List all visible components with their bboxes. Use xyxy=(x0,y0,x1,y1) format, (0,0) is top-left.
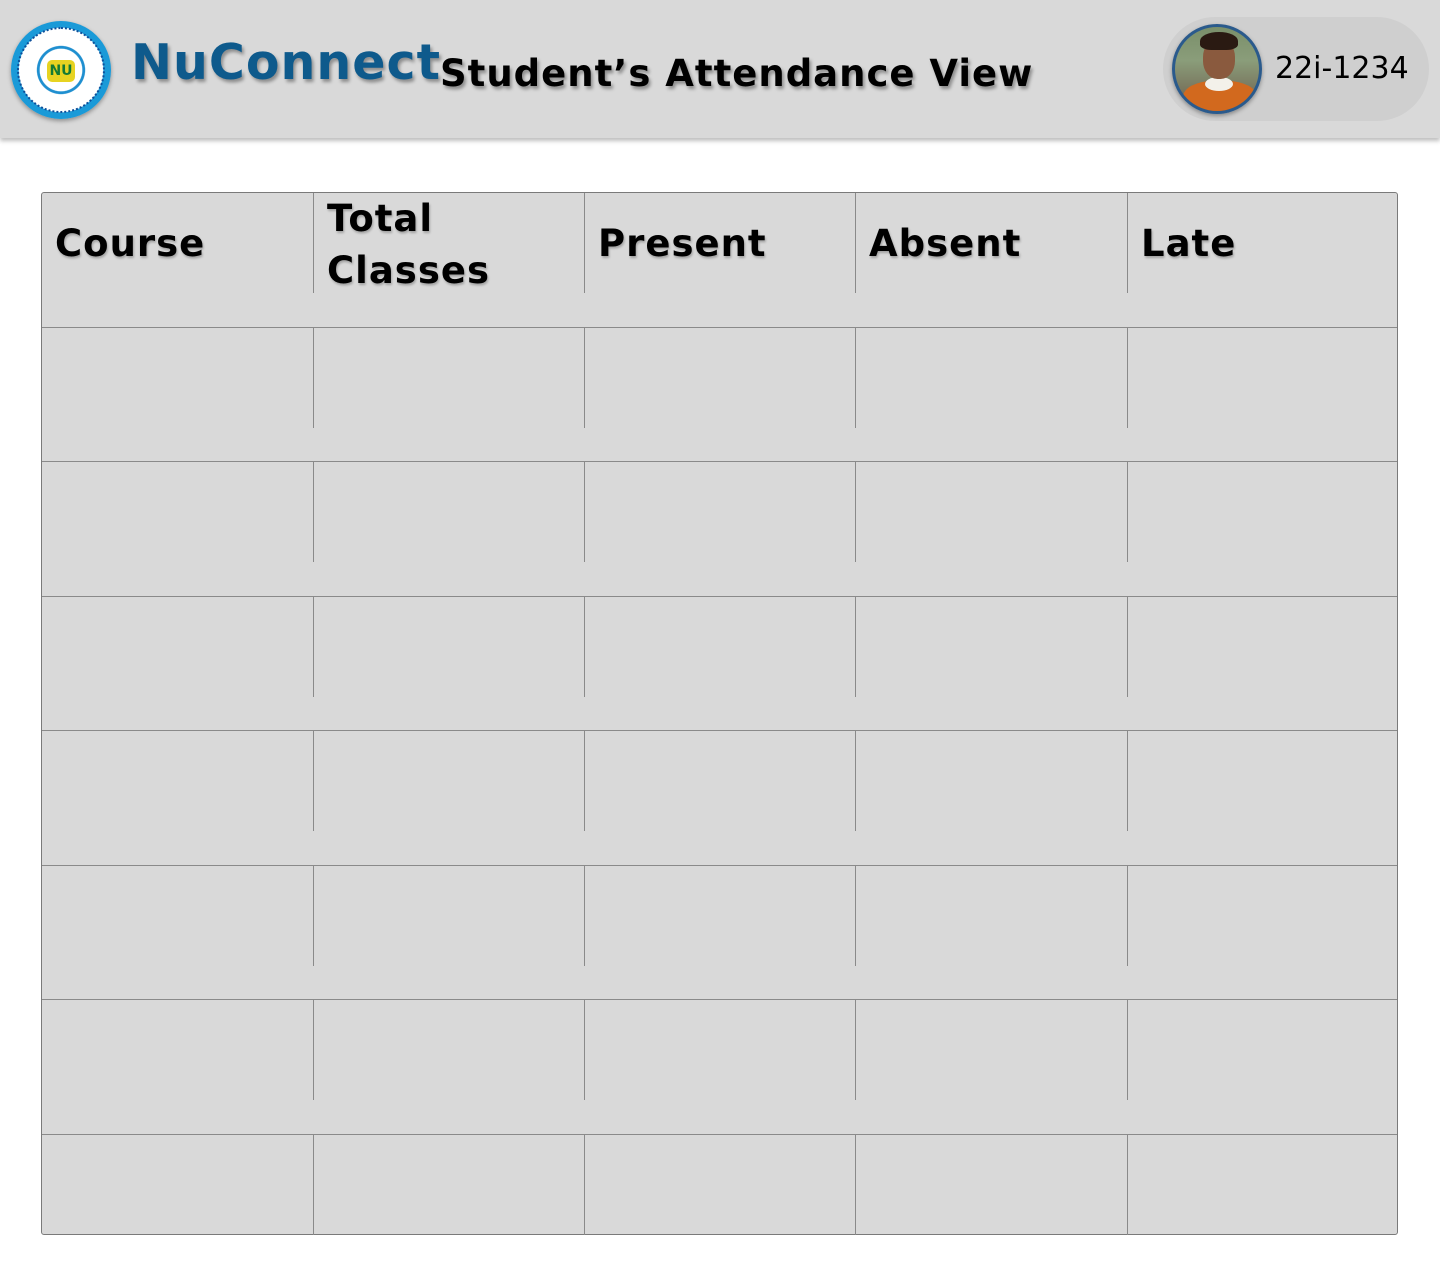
column-header-label: Total Classes xyxy=(327,197,490,292)
table-cell xyxy=(1127,462,1398,562)
table-cell xyxy=(855,462,1126,562)
column-header-absent: Absent xyxy=(855,193,1126,293)
avatar[interactable] xyxy=(1172,24,1262,114)
table-cell xyxy=(42,1135,313,1235)
column-header-label: Late xyxy=(1141,222,1237,265)
table-cell xyxy=(313,462,584,562)
table-cell xyxy=(313,328,584,428)
profile-chip[interactable]: 22i-1234 xyxy=(1163,17,1429,121)
table-cell xyxy=(855,597,1126,697)
column-header-course: Course xyxy=(42,193,313,293)
table-cell xyxy=(42,866,313,966)
table-cell xyxy=(584,328,855,428)
table-cell xyxy=(313,1135,584,1235)
table-cell xyxy=(313,597,584,697)
table-cell xyxy=(855,1000,1126,1100)
table-cell xyxy=(42,462,313,562)
column-header-late: Late xyxy=(1127,193,1398,293)
table-cell xyxy=(42,328,313,428)
table-cell xyxy=(584,1000,855,1100)
table-cell xyxy=(855,731,1126,831)
column-header-label: Course xyxy=(55,222,206,265)
avatar-hair xyxy=(1200,32,1238,50)
table-cell xyxy=(1127,731,1398,831)
table-cell xyxy=(1127,328,1398,428)
table-row xyxy=(42,1134,1398,1235)
top-header: NU NuConnect Student’s Attendance View 2… xyxy=(0,0,1440,138)
table-cell xyxy=(584,1135,855,1235)
column-header-label: Present xyxy=(598,222,767,265)
table-cell xyxy=(855,1135,1126,1235)
table-cell xyxy=(584,462,855,562)
table-row xyxy=(42,461,1397,595)
student-id: 22i-1234 xyxy=(1275,51,1409,86)
attendance-table: Course Total Classes Present Absent Late xyxy=(41,192,1398,1235)
table-cell xyxy=(313,866,584,966)
table-row xyxy=(42,596,1397,730)
university-logo-icon[interactable]: NU xyxy=(11,21,111,119)
table-cell xyxy=(313,731,584,831)
page-title: Student’s Attendance View xyxy=(440,52,1034,95)
table-cell xyxy=(42,597,313,697)
table-cell xyxy=(1127,597,1398,697)
table-cell xyxy=(1127,866,1398,966)
column-header-label: Absent xyxy=(869,222,1022,265)
table-header-row: Course Total Classes Present Absent Late xyxy=(42,193,1397,327)
table-cell xyxy=(313,1000,584,1100)
table-row xyxy=(42,730,1397,864)
table-cell xyxy=(584,731,855,831)
table-cell xyxy=(584,597,855,697)
table-cell xyxy=(1127,1000,1398,1100)
logo-mark: NU xyxy=(47,60,75,82)
table-cell xyxy=(584,866,855,966)
table-cell xyxy=(42,1000,313,1100)
avatar-collar xyxy=(1205,77,1233,91)
table-row xyxy=(42,865,1397,999)
table-row xyxy=(42,327,1397,461)
table-row xyxy=(42,999,1397,1133)
table-cell xyxy=(42,731,313,831)
brand-name[interactable]: NuConnect xyxy=(131,38,441,87)
column-header-total-classes: Total Classes xyxy=(313,193,584,293)
table-cell xyxy=(855,866,1126,966)
table-cell xyxy=(1127,1135,1398,1235)
column-header-present: Present xyxy=(584,193,855,293)
table-cell xyxy=(855,328,1126,428)
